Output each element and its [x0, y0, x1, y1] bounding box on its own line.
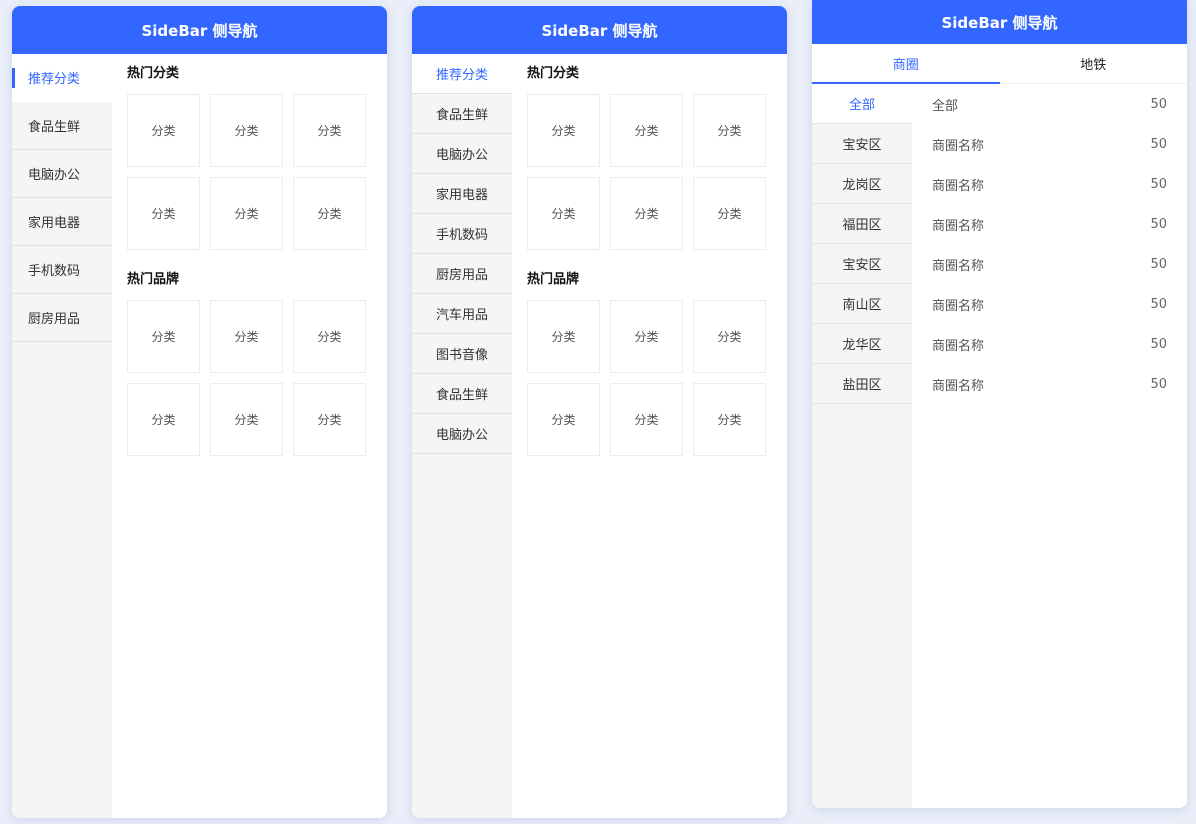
section-title: 热门分类 — [127, 66, 180, 81]
sidebar-item[interactable]: 手机数码 — [412, 214, 512, 254]
category-cell[interactable]: 分类 — [693, 94, 766, 167]
brand-grid: 分类 分类 分类 分类 分类 分类 — [527, 300, 772, 456]
sidebar-item[interactable]: 推荐分类 — [12, 54, 112, 102]
item-count: 50 — [1150, 376, 1167, 392]
item-count: 50 — [1150, 256, 1167, 272]
brand-grid: 分类 分类 分类 分类 分类 分类 — [127, 300, 372, 456]
sidebar-item[interactable]: 厨房用品 — [12, 294, 112, 342]
list-item[interactable]: 商圈名称 50 — [912, 164, 1187, 204]
tab-bar: 商圈 地铁 — [812, 44, 1187, 84]
brand-cell[interactable]: 分类 — [693, 300, 766, 373]
brand-cell[interactable]: 分类 — [127, 300, 200, 373]
brand-cell[interactable]: 分类 — [527, 300, 600, 373]
category-cell[interactable]: 分类 — [527, 94, 600, 167]
content-area: 热门分类 分类 分类 分类 分类 分类 分类 热门品牌 分类 分类 分类 分类 … — [512, 54, 787, 818]
sidebar-demo-panel-2: SideBar 侧导航 推荐分类 食品生鲜 电脑办公 家用电器 手机数码 厨房用… — [412, 6, 787, 818]
navbar-title: SideBar 侧导航 — [412, 6, 787, 54]
item-name: 商圈名称 — [932, 378, 985, 394]
sidebar-item[interactable]: 食品生鲜 — [412, 374, 512, 414]
district-item[interactable]: 福田区 — [812, 204, 912, 244]
item-name: 商圈名称 — [932, 218, 985, 234]
item-count: 50 — [1150, 176, 1167, 192]
tab-subway[interactable]: 地铁 — [1000, 44, 1188, 83]
brand-cell[interactable]: 分类 — [293, 383, 366, 456]
list-item[interactable]: 商圈名称 50 — [912, 364, 1187, 404]
list-item[interactable]: 商圈名称 50 — [912, 204, 1187, 244]
navbar-title: SideBar 侧导航 — [812, 0, 1187, 44]
item-count: 50 — [1150, 296, 1167, 312]
category-cell[interactable]: 分类 — [210, 94, 283, 167]
brand-cell[interactable]: 分类 — [210, 383, 283, 456]
item-count: 50 — [1150, 96, 1167, 112]
brand-cell[interactable]: 分类 — [693, 383, 766, 456]
category-cell[interactable]: 分类 — [127, 177, 200, 250]
category-grid: 分类 分类 分类 分类 分类 分类 — [527, 94, 772, 250]
sidebar-item[interactable]: 厨房用品 — [412, 254, 512, 294]
category-cell[interactable]: 分类 — [610, 177, 683, 250]
sidebar: 推荐分类 食品生鲜 电脑办公 家用电器 手机数码 厨房用品 — [12, 54, 112, 818]
sidebar-demo-panel-3: SideBar 侧导航 商圈 地铁 全部 宝安区 龙岗区 福田区 宝安区 南山区… — [812, 0, 1187, 808]
sidebar-item[interactable]: 电脑办公 — [412, 134, 512, 174]
sidebar: 推荐分类 食品生鲜 电脑办公 家用电器 手机数码 厨房用品 汽车用品 图书音像 … — [412, 54, 512, 818]
tab-business-district[interactable]: 商圈 — [812, 44, 1000, 84]
district-item[interactable]: 盐田区 — [812, 364, 912, 404]
brand-cell[interactable]: 分类 — [610, 383, 683, 456]
district-sidebar: 全部 宝安区 龙岗区 福田区 宝安区 南山区 龙华区 盐田区 — [812, 84, 912, 808]
list-item[interactable]: 全部 50 — [912, 84, 1187, 124]
brand-cell[interactable]: 分类 — [527, 383, 600, 456]
item-name: 商圈名称 — [932, 298, 985, 314]
item-name: 商圈名称 — [932, 338, 985, 354]
sidebar-item[interactable]: 电脑办公 — [12, 150, 112, 198]
district-item[interactable]: 南山区 — [812, 284, 912, 324]
category-cell[interactable]: 分类 — [210, 177, 283, 250]
sidebar-item[interactable]: 图书音像 — [412, 334, 512, 374]
item-count: 50 — [1150, 136, 1167, 152]
sidebar-item[interactable]: 食品生鲜 — [412, 94, 512, 134]
sidebar-demo-panel-1: SideBar 侧导航 推荐分类 食品生鲜 电脑办公 家用电器 手机数码 厨房用… — [12, 6, 387, 818]
content-area: 热门分类 分类 分类 分类 分类 分类 分类 热门品牌 分类 分类 分类 分类 … — [112, 54, 387, 818]
district-item[interactable]: 宝安区 — [812, 124, 912, 164]
sidebar-item[interactable]: 家用电器 — [412, 174, 512, 214]
brand-cell[interactable]: 分类 — [127, 383, 200, 456]
list-item[interactable]: 商圈名称 50 — [912, 324, 1187, 364]
brand-cell[interactable]: 分类 — [210, 300, 283, 373]
sidebar-item[interactable]: 手机数码 — [12, 246, 112, 294]
item-count: 50 — [1150, 336, 1167, 352]
sidebar-item[interactable]: 家用电器 — [12, 198, 112, 246]
navbar-title: SideBar 侧导航 — [12, 6, 387, 54]
item-name: 商圈名称 — [932, 178, 985, 194]
sidebar-item[interactable]: 推荐分类 — [412, 54, 512, 94]
item-name: 全部 — [932, 98, 959, 114]
section-title: 热门分类 — [527, 66, 580, 81]
category-cell[interactable]: 分类 — [527, 177, 600, 250]
district-item[interactable]: 全部 — [812, 84, 912, 124]
category-cell[interactable]: 分类 — [127, 94, 200, 167]
list-item[interactable]: 商圈名称 50 — [912, 284, 1187, 324]
item-name: 商圈名称 — [932, 138, 985, 154]
section-title: 热门品牌 — [127, 272, 180, 287]
district-item[interactable]: 宝安区 — [812, 244, 912, 284]
sidebar-item[interactable]: 食品生鲜 — [12, 102, 112, 150]
sidebar-item[interactable]: 电脑办公 — [412, 414, 512, 454]
category-cell[interactable]: 分类 — [293, 177, 366, 250]
category-grid: 分类 分类 分类 分类 分类 分类 — [127, 94, 372, 250]
district-item[interactable]: 龙华区 — [812, 324, 912, 364]
list-item[interactable]: 商圈名称 50 — [912, 244, 1187, 284]
item-count: 50 — [1150, 216, 1167, 232]
list-item[interactable]: 商圈名称 50 — [912, 124, 1187, 164]
section-title: 热门品牌 — [527, 272, 580, 287]
item-name: 商圈名称 — [932, 258, 985, 274]
district-item[interactable]: 龙岗区 — [812, 164, 912, 204]
category-cell[interactable]: 分类 — [293, 94, 366, 167]
category-cell[interactable]: 分类 — [693, 177, 766, 250]
brand-cell[interactable]: 分类 — [293, 300, 366, 373]
sidebar-item[interactable]: 汽车用品 — [412, 294, 512, 334]
brand-cell[interactable]: 分类 — [610, 300, 683, 373]
business-district-list: 全部 50 商圈名称 50 商圈名称 50 商圈名称 50 商圈名称 50 商圈名称 50 … — [912, 84, 1187, 808]
category-cell[interactable]: 分类 — [610, 94, 683, 167]
